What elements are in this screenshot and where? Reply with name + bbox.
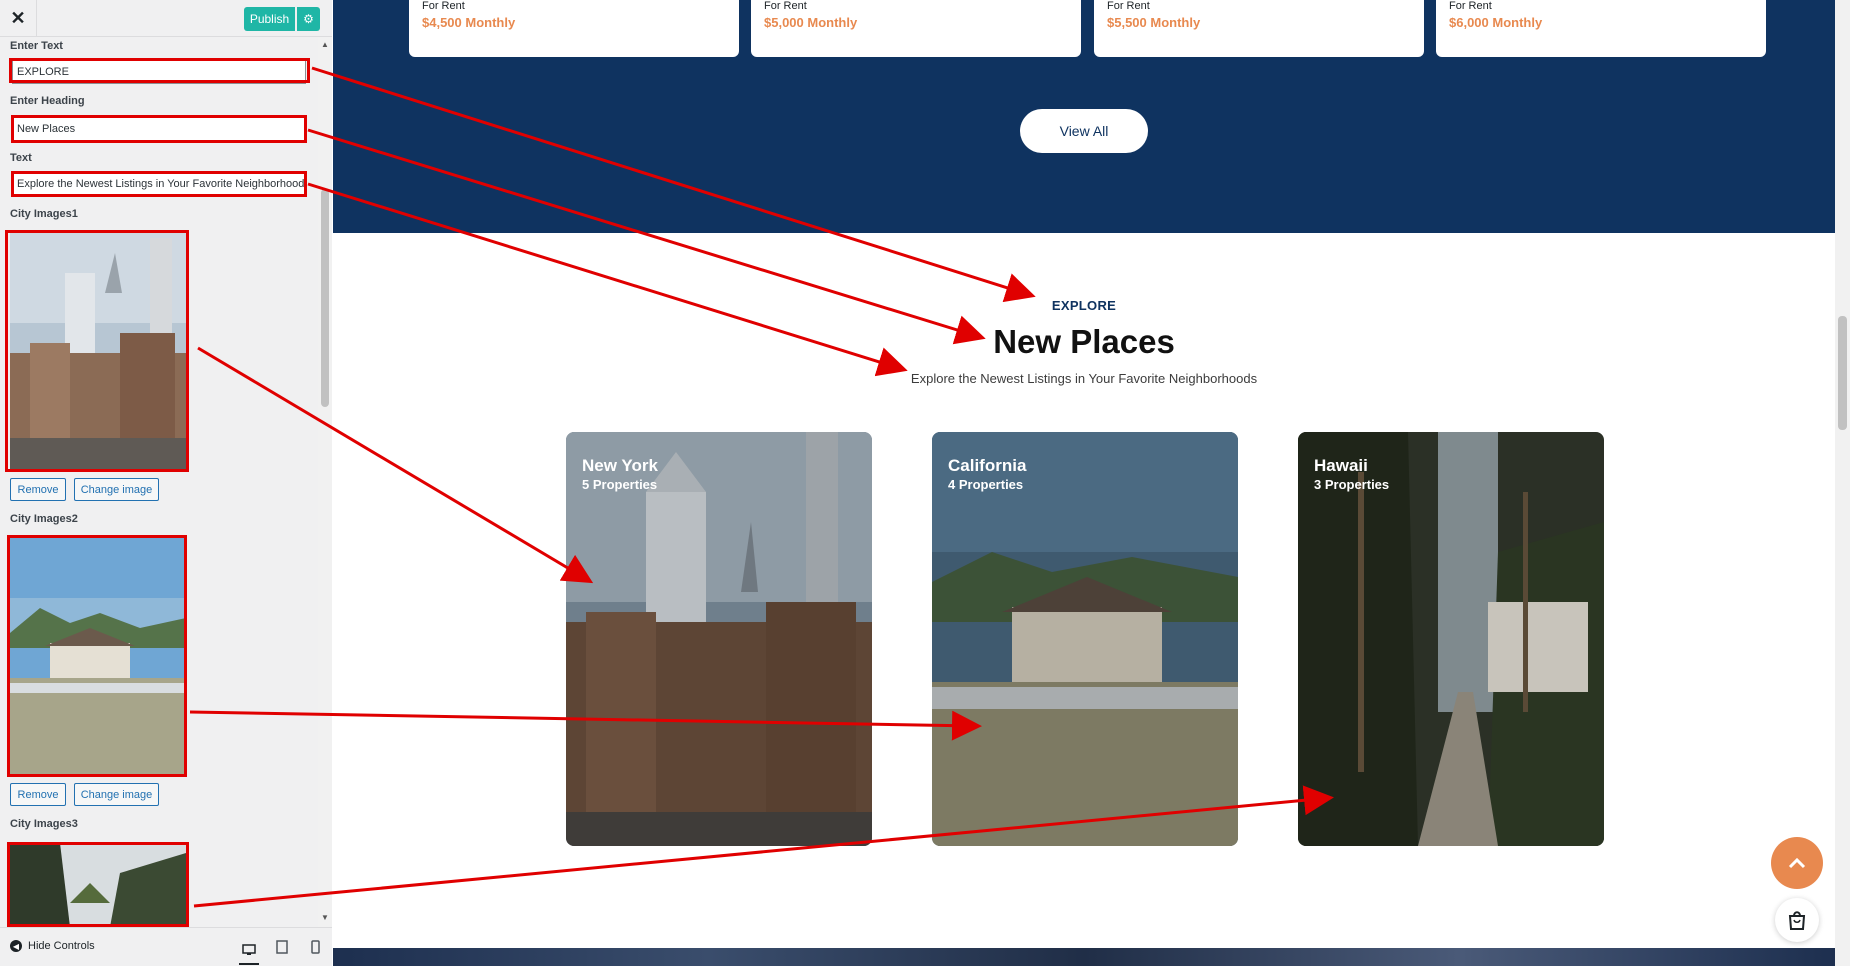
mobile-preview-icon[interactable] <box>305 937 325 957</box>
page-scroll-thumb[interactable] <box>1838 316 1847 430</box>
city-name: California <box>948 456 1027 475</box>
page-scrollbar[interactable] <box>1835 0 1850 966</box>
field-label-city-images1: City Images1 <box>10 208 78 220</box>
field-label-city-images2: City Images2 <box>10 513 78 525</box>
rent-card[interactable]: For Rent $4,500 Monthly <box>409 0 739 57</box>
section-subtext: Explore the Newest Listings in Your Favo… <box>910 371 1258 386</box>
enter-text-input[interactable]: EXPLORE <box>12 60 306 84</box>
panel-scrollbar[interactable]: ▲ ▼ <box>318 37 332 927</box>
rentals-section: For Rent $4,500 Monthly For Rent $5,000 … <box>333 0 1835 233</box>
panel-scroll-thumb[interactable] <box>321 189 329 407</box>
rent-price: $4,500 Monthly <box>422 15 516 30</box>
customizer-controls: Enter Text EXPLORE Enter Heading New Pla… <box>0 37 318 927</box>
text-input[interactable]: Explore the Newest Listings in Your Favo… <box>12 172 306 196</box>
hawaii-card-image <box>1298 432 1604 846</box>
section-heading: New Places <box>993 323 1175 360</box>
field-label-city-images3: City Images3 <box>10 818 78 830</box>
section-eyebrow: EXPLORE <box>1051 298 1117 313</box>
next-section-banner <box>333 948 1835 966</box>
remove-image1-button[interactable]: Remove <box>10 478 66 501</box>
publish-button[interactable]: Publish <box>244 7 295 31</box>
city-image3-thumbnail[interactable] <box>10 843 186 927</box>
field-label-text: Text <box>10 152 32 164</box>
change-image1-button[interactable]: Change image <box>74 478 159 501</box>
rent-tag: For Rent <box>1449 0 1492 12</box>
city-property-count: 4 Properties <box>948 477 1024 492</box>
rent-card[interactable]: For Rent $5,000 Monthly <box>751 0 1081 57</box>
california-card-image <box>932 432 1238 846</box>
rent-tag: For Rent <box>422 0 465 12</box>
city-card-hawaii[interactable]: Hawaii 3 Properties <box>1298 432 1604 846</box>
city-image1-thumbnail[interactable] <box>10 233 186 469</box>
tablet-preview-icon[interactable] <box>272 937 292 957</box>
desktop-preview-icon[interactable] <box>239 937 259 965</box>
field-label-enter-text: Enter Text <box>10 40 63 52</box>
hide-controls-label: Hide Controls <box>28 940 95 952</box>
city-card-california[interactable]: California 4 Properties <box>932 432 1238 846</box>
rent-price: $5,500 Monthly <box>1107 15 1201 30</box>
rent-tag: For Rent <box>1107 0 1150 12</box>
rent-card[interactable]: For Rent $6,000 Monthly <box>1436 0 1766 57</box>
scroll-to-top-button[interactable] <box>1771 837 1823 889</box>
enter-heading-input[interactable]: New Places <box>12 117 306 141</box>
customizer-footer: ◀ Hide Controls <box>0 927 332 966</box>
collapse-icon: ◀ <box>10 940 22 952</box>
site-preview: For Rent $4,500 Monthly For Rent $5,000 … <box>333 0 1835 966</box>
rent-tag: For Rent <box>764 0 807 12</box>
rent-price: $6,000 Monthly <box>1449 15 1543 30</box>
scroll-up-icon[interactable]: ▲ <box>320 40 330 49</box>
field-label-enter-heading: Enter Heading <box>10 95 85 107</box>
city-name: Hawaii <box>1314 456 1368 475</box>
customizer-panel: ✕ Publish ⚙ Enter Text EXPLORE Enter Hea… <box>0 0 332 966</box>
cart-button[interactable] <box>1775 898 1819 942</box>
city-property-count: 5 Properties <box>582 477 658 492</box>
city-card-new-york[interactable]: New York 5 Properties <box>566 432 872 846</box>
change-image2-button[interactable]: Change image <box>74 783 159 806</box>
rent-card[interactable]: For Rent $5,500 Monthly <box>1094 0 1424 57</box>
new-york-card-image <box>566 432 872 846</box>
gear-icon[interactable]: ⚙ <box>297 7 320 31</box>
california-image <box>10 538 186 774</box>
scroll-down-icon[interactable]: ▼ <box>320 913 330 922</box>
remove-image2-button[interactable]: Remove <box>10 783 66 806</box>
customizer-header: ✕ Publish ⚙ <box>0 0 332 37</box>
city-image2-thumbnail[interactable] <box>10 538 186 774</box>
city-name: New York <box>582 456 658 475</box>
city-property-count: 3 Properties <box>1314 477 1390 492</box>
new-york-image <box>10 233 186 469</box>
close-button[interactable]: ✕ <box>0 0 37 37</box>
hawaii-image <box>10 843 186 927</box>
view-all-button[interactable]: View All <box>1020 109 1148 153</box>
shopping-bag-icon <box>1788 911 1806 930</box>
hide-controls-button[interactable]: ◀ Hide Controls <box>10 940 95 952</box>
chevron-up-icon <box>1788 857 1806 869</box>
rent-price: $5,000 Monthly <box>764 15 858 30</box>
